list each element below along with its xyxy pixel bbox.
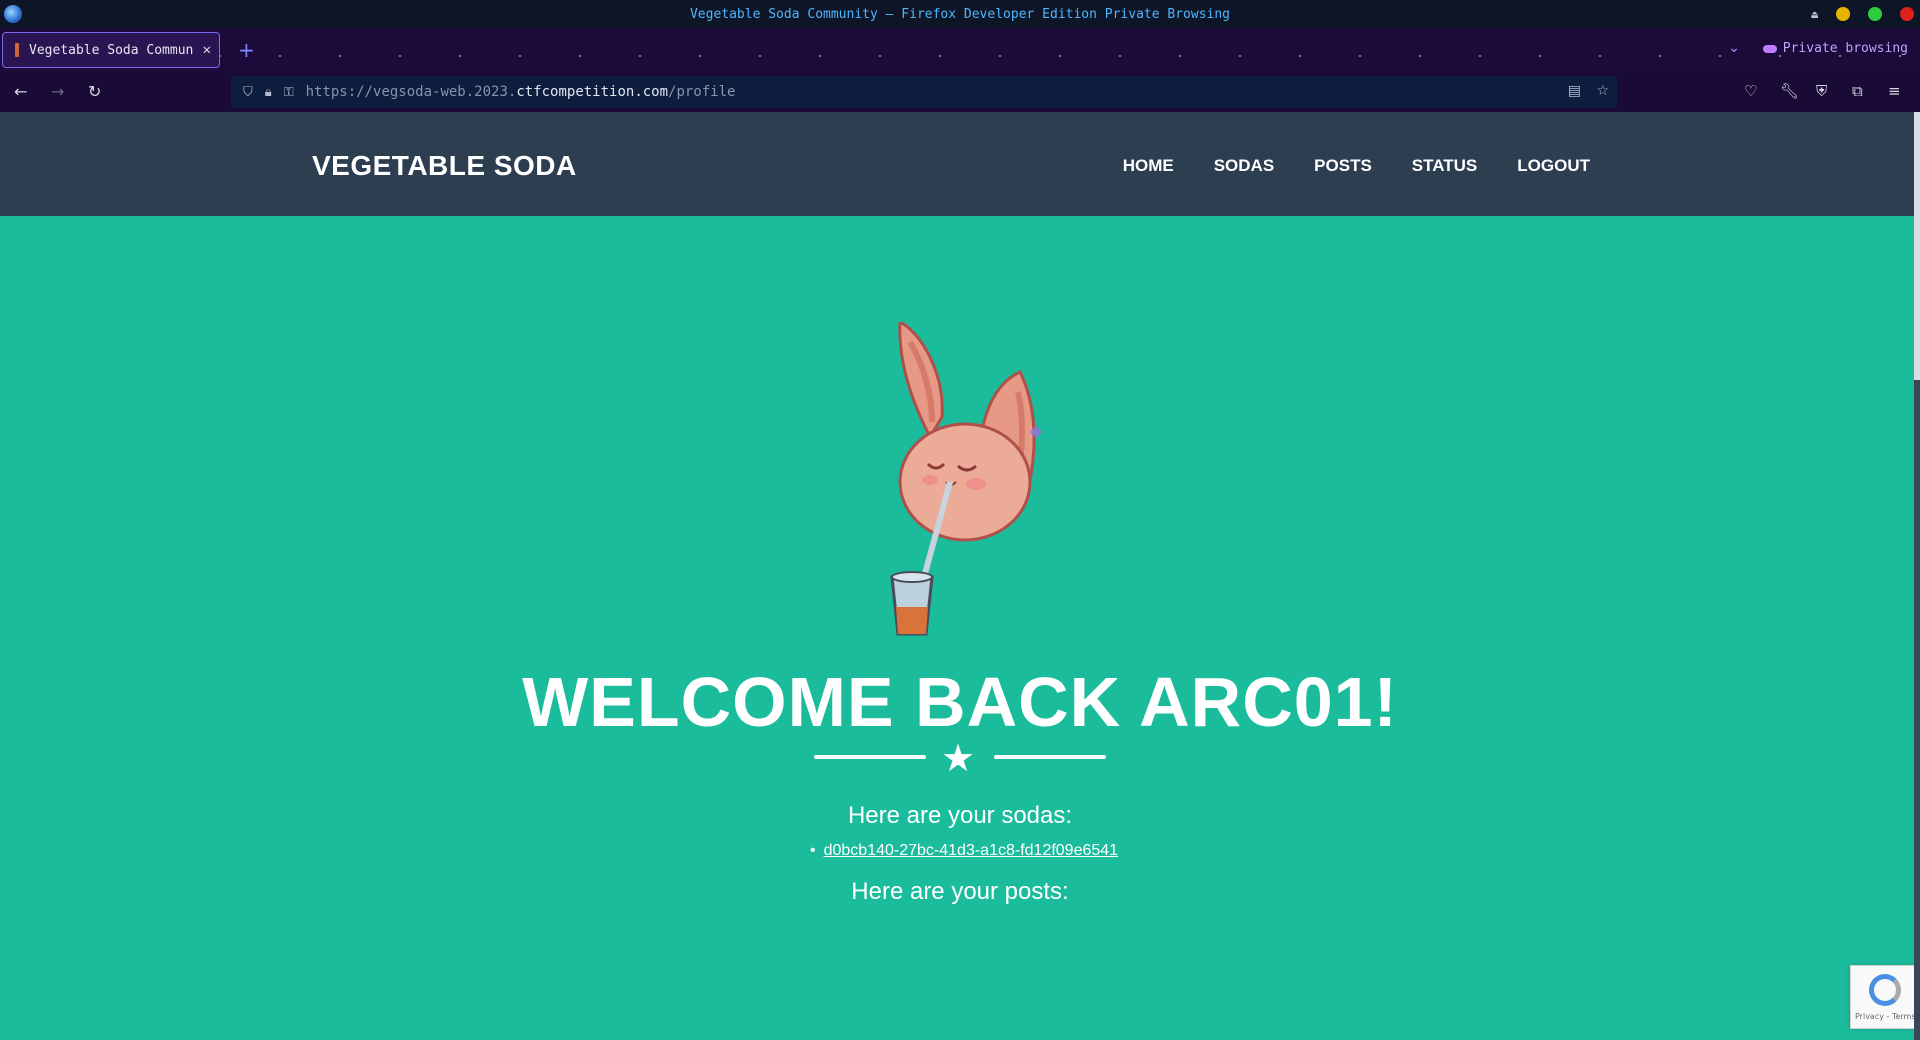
nav-logout[interactable]: LOGOUT	[1517, 156, 1590, 176]
list-item: d0bcb140-27bc-41d3-a1c8-fd12f09e6541	[810, 842, 1118, 860]
url-text[interactable]: https://vegsoda-web.2023.ctfcompetition.…	[306, 84, 736, 100]
tab-title: Vegetable Soda Commun	[29, 42, 194, 58]
recaptcha-logo-icon	[1869, 974, 1901, 1006]
site-menu: HOME SODAS POSTS STATUS LOGOUT	[1123, 156, 1590, 176]
window-title: Vegetable Soda Community — Firefox Devel…	[689, 6, 1231, 22]
firefox-logo-icon	[4, 5, 22, 23]
shield-icon[interactable]: ⛉	[243, 85, 253, 100]
nav-status[interactable]: STATUS	[1412, 156, 1477, 176]
tab-active[interactable]: Vegetable Soda Commun ✕	[2, 32, 220, 68]
soda-link[interactable]: d0bcb140-27bc-41d3-a1c8-fd12f09e6541	[824, 842, 1118, 859]
forward-icon[interactable]: →	[51, 82, 64, 101]
wrench-icon[interactable]: 🔧︎	[1780, 82, 1799, 100]
recaptcha-terms[interactable]: Privacy - Terms	[1855, 1012, 1916, 1021]
bunny-avatar-image	[890, 322, 1042, 636]
url-bar[interactable]: ⛉ 🔒︎ ⚿ https://vegsoda-web.2023.ctfcompe…	[231, 76, 1617, 108]
sodas-list: d0bcb140-27bc-41d3-a1c8-fd12f09e6541	[810, 842, 1118, 860]
nav-posts[interactable]: POSTS	[1314, 156, 1372, 176]
bookmark-star-icon[interactable]: ☆	[1596, 83, 1609, 99]
site-brand[interactable]: VEGETABLE SODA	[312, 150, 577, 182]
maximize-button[interactable]	[1868, 7, 1882, 21]
private-browsing-indicator: Private browsing	[1762, 41, 1908, 56]
nav-toolbar: ← → ↻ ⛉ 🔒︎ ⚿ https://vegsoda-web.2023.ct…	[0, 73, 1920, 112]
divider-line	[814, 755, 926, 759]
recaptcha-badge[interactable]: Privacy - Terms	[1850, 965, 1920, 1029]
reader-view-icon[interactable]: ▤	[1568, 83, 1581, 99]
window-controls: ⏏	[1811, 7, 1914, 21]
posts-heading: Here are your posts:	[851, 878, 1069, 905]
back-icon[interactable]: ←	[14, 82, 27, 101]
close-tab-icon[interactable]: ✕	[203, 42, 211, 58]
window-titlebar: Vegetable Soda Community — Firefox Devel…	[0, 0, 1920, 28]
tab-bar: Vegetable Soda Commun ✕ + ⌄ Private brow…	[0, 28, 1920, 73]
nav-sodas[interactable]: SODAS	[1214, 156, 1274, 176]
pocket-icon[interactable]: ♡	[1744, 82, 1757, 100]
lock-icon[interactable]: 🔒︎	[265, 85, 272, 100]
private-mask-icon	[1762, 44, 1777, 53]
star-icon: ★	[941, 736, 976, 780]
extensions-icon[interactable]: ⧉	[1852, 82, 1863, 100]
ublock-icon[interactable]: ⛨	[1816, 82, 1827, 100]
eject-icon[interactable]: ⏏	[1811, 8, 1818, 21]
close-window-button[interactable]	[1900, 7, 1914, 21]
nav-home[interactable]: HOME	[1123, 156, 1174, 176]
soda-favicon-icon	[15, 43, 19, 57]
sodas-heading: Here are your sodas:	[847, 802, 1073, 829]
page-scrollbar[interactable]	[1914, 112, 1920, 1040]
chevron-down-icon[interactable]: ⌄	[1728, 40, 1740, 56]
page-viewport: VEGETABLE SODA HOME SODAS POSTS STATUS L…	[0, 112, 1920, 1040]
site-navbar: VEGETABLE SODA HOME SODAS POSTS STATUS L…	[0, 112, 1920, 216]
divider-line	[994, 755, 1106, 759]
key-icon[interactable]: ⚿	[284, 85, 294, 100]
new-tab-icon[interactable]: +	[238, 38, 255, 62]
star-divider: ★	[814, 736, 1106, 780]
reload-icon[interactable]: ↻	[88, 82, 101, 101]
welcome-heading: WELCOME BACK ARC01!	[522, 663, 1398, 741]
minimize-button[interactable]	[1836, 7, 1850, 21]
hamburger-menu-icon[interactable]: ≡	[1888, 82, 1901, 100]
scrollbar-thumb[interactable]	[1914, 112, 1920, 380]
private-browsing-label: Private browsing	[1782, 41, 1908, 56]
